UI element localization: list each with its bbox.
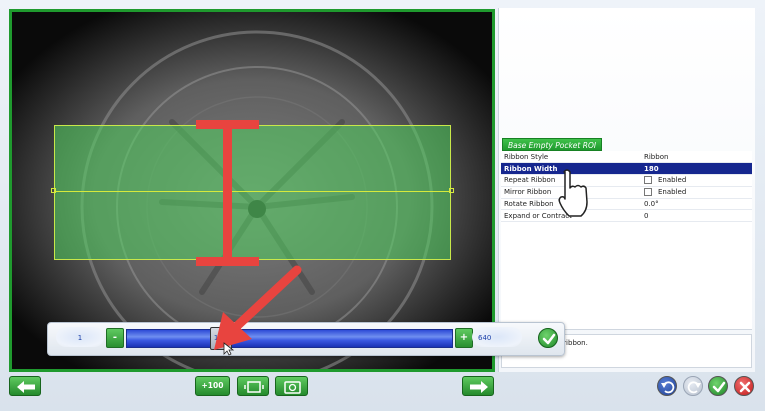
property-name: Expand or Contract <box>501 209 641 223</box>
property-row[interactable]: Ribbon Style Ribbon <box>501 151 752 164</box>
property-row[interactable]: Rotate Ribbon 0.0° <box>501 198 752 211</box>
increment-button[interactable]: + <box>455 328 473 348</box>
previous-button[interactable] <box>9 376 41 396</box>
property-table: Ribbon Style Ribbon Ribbon Width 180 Rep… <box>501 151 752 223</box>
plus-100-button[interactable]: +100 <box>195 376 230 396</box>
property-name: Repeat Ribbon <box>501 174 641 187</box>
roi-button[interactable] <box>237 376 269 396</box>
property-value[interactable]: 0.0° <box>641 198 752 211</box>
next-button[interactable] <box>462 376 494 396</box>
property-table-empty-area <box>501 222 752 330</box>
property-name: Ribbon Style <box>501 151 641 164</box>
property-row[interactable]: Expand or Contract 0 <box>501 209 752 223</box>
undo-icon <box>661 381 675 394</box>
roi-handle-right[interactable] <box>449 188 454 193</box>
property-value-cell: Enabled <box>641 186 752 199</box>
close-icon <box>739 381 751 393</box>
property-value: Enabled <box>658 188 687 197</box>
decrement-button[interactable]: - <box>106 328 124 348</box>
slider-max-label: 640 <box>478 334 492 342</box>
arrow-right-icon <box>470 381 488 393</box>
property-value: Enabled <box>658 176 687 185</box>
roi-panel-tab[interactable]: Base Empty Pocket ROI <box>502 138 603 151</box>
roi-handle-left[interactable] <box>51 188 56 193</box>
property-row[interactable]: Repeat Ribbon Enabled <box>501 174 752 187</box>
property-value[interactable]: 0 <box>641 209 752 223</box>
camera-viewer[interactable] <box>9 9 495 372</box>
mirror-ribbon-checkbox[interactable] <box>644 188 652 197</box>
slider-value-label: 180 <box>213 334 228 342</box>
property-name: Rotate Ribbon <box>501 198 641 211</box>
roi-ribbon-overlay[interactable] <box>54 125 451 260</box>
camera-icon <box>284 381 301 394</box>
checkmark-icon <box>712 381 726 393</box>
redo-button[interactable] <box>683 376 703 396</box>
property-row[interactable]: Mirror Ribbon Enabled <box>501 186 752 199</box>
repeat-ribbon-checkbox[interactable] <box>644 176 652 185</box>
redo-icon <box>687 381 701 394</box>
ok-button[interactable] <box>708 376 728 396</box>
app-window: Base Empty Pocket ROI Ribbon Style Ribbo… <box>0 0 765 411</box>
property-value-cell: Enabled <box>641 174 752 187</box>
slider-accept-button[interactable] <box>538 328 558 348</box>
property-value[interactable]: 180 <box>641 162 752 176</box>
undo-button[interactable] <box>657 376 677 396</box>
roi-frame-icon <box>244 381 264 393</box>
snapshot-button[interactable] <box>275 376 308 396</box>
checkmark-icon <box>542 333 556 345</box>
property-row-selected[interactable]: Ribbon Width 180 <box>501 162 752 176</box>
property-name: Ribbon Width <box>501 162 641 176</box>
roi-centerline <box>54 191 451 192</box>
slider-min-label: 1 <box>77 334 83 342</box>
slider-track[interactable] <box>126 329 453 348</box>
arrow-left-icon <box>17 381 35 393</box>
property-value[interactable]: Ribbon <box>641 151 752 164</box>
cancel-button[interactable] <box>734 376 754 396</box>
property-name: Mirror Ribbon <box>501 186 641 199</box>
